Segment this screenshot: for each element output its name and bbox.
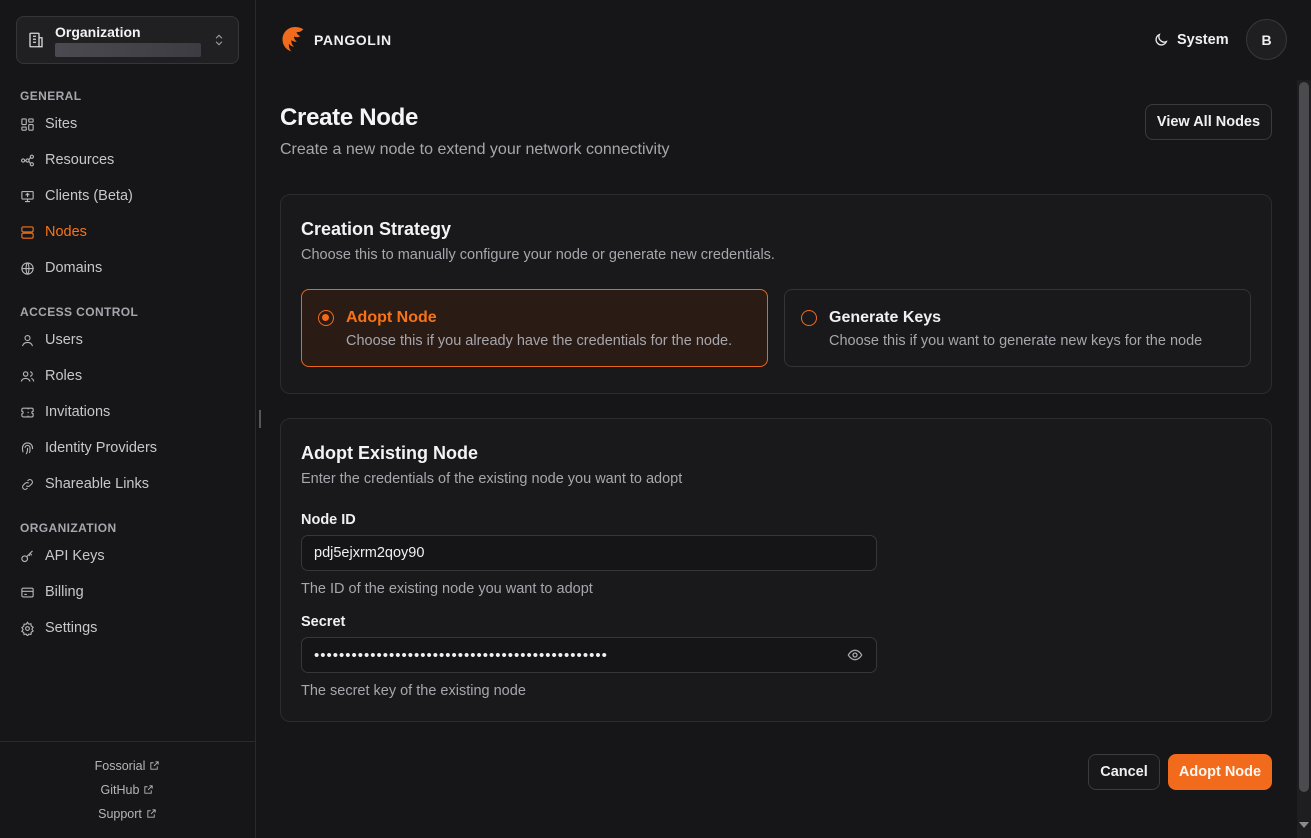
sidebar: Organization GENERAL Sites Resources Cli… bbox=[0, 0, 256, 838]
scroll-down-arrow-icon[interactable] bbox=[1299, 822, 1309, 828]
section-label-access-control: ACCESS CONTROL bbox=[20, 305, 139, 319]
sidebar-item-nodes[interactable]: Nodes bbox=[20, 220, 87, 244]
sidebar-item-api-keys[interactable]: API Keys bbox=[20, 544, 105, 568]
eye-icon[interactable] bbox=[847, 647, 863, 663]
server-icon bbox=[20, 224, 36, 240]
sidebar-item-label: Users bbox=[45, 332, 83, 348]
sites-icon bbox=[20, 116, 36, 132]
sidebar-item-resources[interactable]: Resources bbox=[20, 148, 114, 172]
external-link-icon bbox=[147, 809, 156, 818]
sidebar-item-users[interactable]: Users bbox=[20, 328, 83, 352]
card-title: Adopt Existing Node bbox=[301, 443, 478, 463]
node-id-input[interactable] bbox=[301, 535, 877, 571]
sidebar-item-label: Settings bbox=[45, 620, 98, 636]
avatar-initial: B bbox=[1261, 31, 1272, 48]
card-title: Creation Strategy bbox=[301, 219, 452, 239]
sidebar-resize-handle[interactable] bbox=[259, 410, 261, 428]
option-title: Adopt Node bbox=[346, 309, 437, 326]
sidebar-footer: Fossorial GitHub Support bbox=[0, 741, 255, 838]
footer-link-github[interactable]: GitHub bbox=[0, 783, 255, 797]
sidebar-item-label: Domains bbox=[45, 260, 103, 276]
ticket-icon bbox=[20, 404, 36, 420]
sidebar-item-label: Invitations bbox=[45, 404, 111, 420]
sidebar-item-roles[interactable]: Roles bbox=[20, 364, 82, 388]
page-title: Create Node bbox=[280, 104, 419, 131]
user-icon bbox=[20, 332, 36, 348]
pangolin-logo-icon bbox=[282, 27, 304, 52]
secret-hint: The secret key of the existing node bbox=[301, 683, 526, 699]
scrollbar-thumb[interactable] bbox=[1299, 82, 1309, 792]
option-description: Choose this if you want to generate new … bbox=[829, 333, 1203, 349]
users-icon bbox=[20, 368, 36, 384]
page-subtitle: Create a new node to extend your network… bbox=[280, 141, 670, 158]
option-adopt-node[interactable]: Adopt Node Choose this if you already ha… bbox=[301, 289, 768, 367]
sidebar-item-label: Billing bbox=[45, 584, 84, 600]
sidebar-item-label: Clients (Beta) bbox=[45, 188, 133, 204]
secret-label: Secret bbox=[301, 614, 346, 630]
billing-icon bbox=[20, 584, 36, 600]
monitor-icon bbox=[20, 188, 36, 204]
sidebar-item-label: Shareable Links bbox=[45, 476, 149, 492]
card-description: Choose this to manually configure your n… bbox=[301, 247, 775, 263]
node-id-hint: The ID of the existing node you want to … bbox=[301, 581, 593, 597]
gear-icon bbox=[20, 620, 36, 636]
building-icon bbox=[27, 30, 47, 50]
sidebar-item-label: Resources bbox=[45, 152, 115, 168]
adopt-node-button[interactable]: Adopt Node bbox=[1168, 754, 1272, 790]
footer-link-support[interactable]: Support bbox=[0, 807, 255, 821]
external-link-icon bbox=[150, 761, 159, 770]
brand-logo[interactable]: PANGOLIN bbox=[279, 24, 392, 56]
user-avatar[interactable]: B bbox=[1246, 19, 1287, 60]
node-id-label: Node ID bbox=[301, 512, 356, 528]
globe-icon bbox=[20, 260, 36, 276]
sidebar-item-billing[interactable]: Billing bbox=[20, 580, 84, 604]
chevron-up-down-icon bbox=[212, 32, 228, 48]
theme-label: System bbox=[1177, 32, 1229, 48]
creation-strategy-card: Creation Strategy Choose this to manuall… bbox=[280, 194, 1272, 394]
sidebar-item-identity-providers[interactable]: Identity Providers bbox=[20, 436, 157, 460]
moon-icon bbox=[1153, 32, 1169, 48]
footer-link-fossorial[interactable]: Fossorial bbox=[0, 759, 255, 773]
sidebar-item-invitations[interactable]: Invitations bbox=[20, 400, 110, 424]
option-generate-keys[interactable]: Generate Keys Choose this if you want to… bbox=[784, 289, 1251, 367]
external-link-icon bbox=[144, 785, 154, 794]
option-description: Choose this if you already have the cred… bbox=[346, 333, 733, 349]
view-all-nodes-button[interactable]: View All Nodes bbox=[1145, 104, 1272, 140]
sidebar-item-label: Identity Providers bbox=[45, 440, 158, 456]
link-icon bbox=[20, 476, 36, 492]
sidebar-item-label: Roles bbox=[45, 368, 83, 384]
sidebar-item-clients[interactable]: Clients (Beta) bbox=[20, 184, 133, 208]
fingerprint-icon bbox=[20, 440, 36, 456]
footer-link-label: GitHub bbox=[100, 783, 140, 797]
sidebar-item-settings[interactable]: Settings bbox=[20, 616, 97, 640]
sidebar-item-shareable-links[interactable]: Shareable Links bbox=[20, 472, 149, 496]
sidebar-item-domains[interactable]: Domains bbox=[20, 256, 102, 280]
sidebar-item-label: Nodes bbox=[45, 224, 87, 240]
organization-title: Organization bbox=[55, 24, 141, 40]
sidebar-item-label: API Keys bbox=[45, 548, 105, 564]
adopt-existing-node-card: Adopt Existing Node Enter the credential… bbox=[280, 418, 1272, 722]
theme-toggle[interactable]: System bbox=[1153, 30, 1229, 50]
organization-name-redacted bbox=[55, 43, 201, 57]
organization-switcher[interactable]: Organization bbox=[16, 16, 239, 64]
card-description: Enter the credentials of the existing no… bbox=[301, 471, 683, 487]
section-label-organization: ORGANIZATION bbox=[20, 521, 117, 535]
radio-selected[interactable] bbox=[318, 310, 334, 326]
resources-icon bbox=[20, 152, 36, 168]
cancel-button[interactable]: Cancel bbox=[1088, 754, 1160, 790]
radio-unselected[interactable] bbox=[801, 310, 817, 326]
option-title: Generate Keys bbox=[829, 309, 942, 326]
key-icon bbox=[20, 548, 36, 564]
footer-link-label: Fossorial bbox=[94, 759, 146, 773]
footer-link-label: Support bbox=[98, 807, 142, 821]
section-label-general: GENERAL bbox=[20, 89, 82, 103]
secret-input[interactable] bbox=[301, 637, 877, 673]
brand-name: PANGOLIN bbox=[314, 32, 392, 48]
sidebar-item-sites[interactable]: Sites bbox=[20, 112, 77, 136]
sidebar-item-label: Sites bbox=[45, 116, 78, 132]
